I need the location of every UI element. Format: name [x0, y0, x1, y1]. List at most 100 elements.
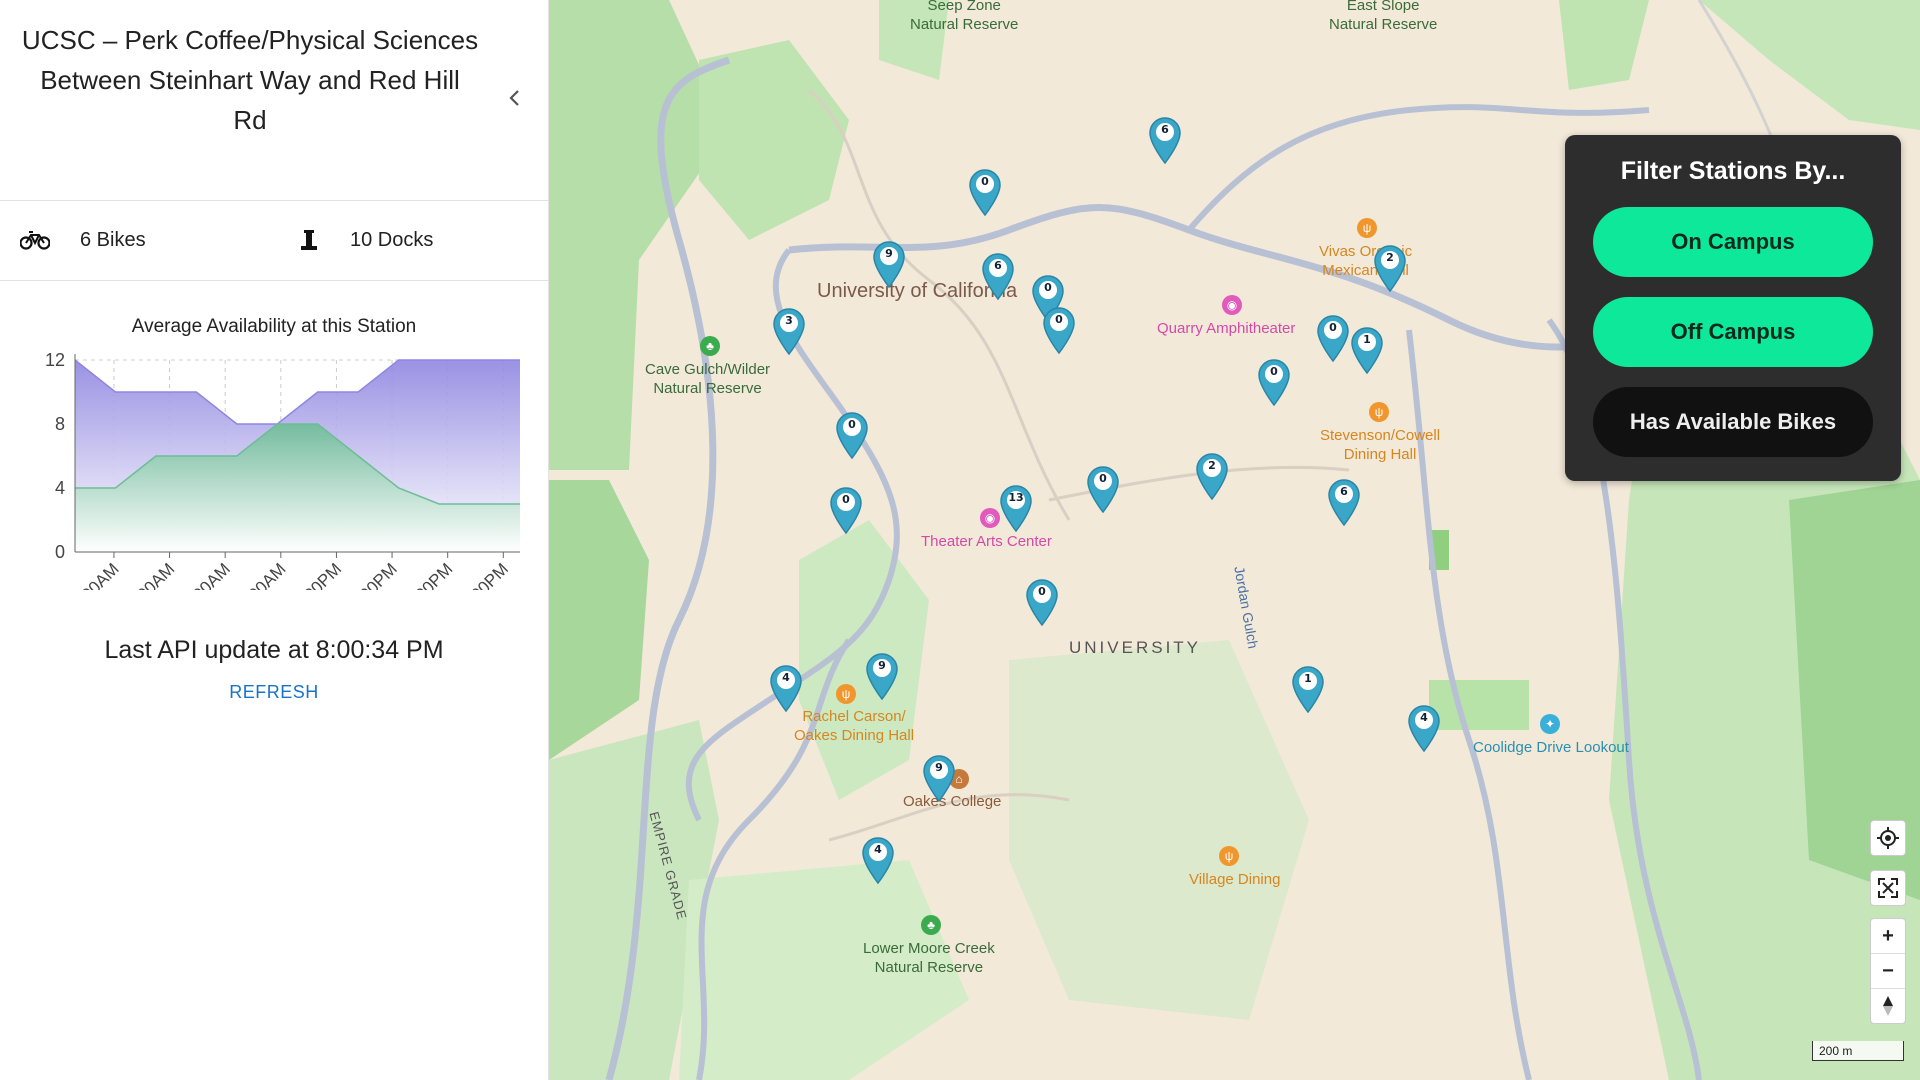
pin-count: 4 — [782, 671, 790, 684]
theater-icon: ◉ — [1222, 295, 1242, 315]
map-scale: 200 m — [1812, 1041, 1904, 1061]
chart-y-tick-label: 0 — [55, 542, 65, 562]
station-name: UCSC – Perk Coffee/Physical Sciences — [21, 25, 479, 55]
pin-count: 3 — [785, 314, 793, 327]
station-pin[interactable]: 9 — [922, 754, 956, 802]
viewpoint-icon: ✦ — [1540, 714, 1560, 734]
pin-count: 0 — [1099, 472, 1107, 485]
filter-panel: Filter Stations By... On Campus Off Camp… — [1565, 135, 1901, 481]
chart-title: Average Availability at this Station — [131, 316, 417, 337]
station-pin[interactable]: 6 — [1148, 116, 1182, 164]
poi-theater: Theater Arts Center — [921, 533, 1052, 550]
bikes-stat: 6 Bikes — [20, 220, 146, 260]
chart-y-tick-label: 4 — [55, 478, 65, 498]
chart-x-tick-label: 11:00AM — [229, 559, 290, 590]
poi-seep-zone: Seep Zone Natural Reserve — [910, 0, 1019, 33]
station-pin[interactable]: 0 — [968, 168, 1002, 216]
has-available-bikes-button[interactable]: Has Available Bikes — [1593, 387, 1873, 457]
off-campus-button[interactable]: Off Campus — [1593, 297, 1873, 367]
chart-x-tick-label: 5:00AM — [124, 559, 179, 590]
station-pin[interactable]: 0 — [1316, 314, 1350, 362]
availability-chart-svg: 0 4 8 12 2:00AM 5:00AM 8:00AM11:00AM 2:00PM 5:00… — [45, 350, 520, 620]
station-pin[interactable]: 0 — [1086, 465, 1120, 513]
zoom-in-button[interactable]: + — [1871, 919, 1905, 953]
fullscreen-icon[interactable] — [1871, 871, 1905, 905]
chart-x-tick-label: 8:00PM — [402, 559, 457, 590]
restaurant-icon: ψ — [836, 684, 856, 704]
station-stats: 6 Bikes 10 Docks — [0, 200, 548, 281]
restaurant-icon: ψ — [1369, 402, 1389, 422]
poi-east-slope: East Slope Natural Reserve — [1329, 0, 1438, 33]
station-pin[interactable]: 0 — [1257, 358, 1291, 406]
pin-count: 9 — [885, 247, 893, 260]
station-pin[interactable]: 4 — [769, 664, 803, 712]
station-pin[interactable]: 2 — [1373, 244, 1407, 292]
pin-count: 6 — [1340, 485, 1348, 498]
refresh-button[interactable]: REFRESH — [0, 682, 548, 703]
poi-coolidge: Coolidge Drive Lookout — [1473, 739, 1629, 756]
station-pin[interactable]: 0 — [835, 411, 869, 459]
restaurant-icon: ψ — [1357, 218, 1377, 238]
chart-x-tick-label: 8:00AM — [179, 559, 234, 590]
station-pin[interactable]: 9 — [872, 240, 906, 288]
availability-chart: 0 4 8 12 2:00AM 5:00AM 8:00AM 11:00AM 2:00PM 5:00… — [20, 340, 540, 620]
pin-count: 0 — [1329, 321, 1337, 334]
filter-title: Filter Stations By... — [1620, 157, 1846, 185]
chevron-left-icon — [509, 90, 519, 106]
station-pin[interactable]: 4 — [861, 836, 895, 884]
station-pin[interactable]: 2 — [1195, 452, 1229, 500]
zoom-controls: + − — [1870, 918, 1906, 1024]
station-pin[interactable]: 6 — [1327, 478, 1361, 526]
on-campus-button[interactable]: On Campus — [1593, 207, 1873, 277]
poi-village-dining: Village Dining — [1189, 871, 1281, 888]
station-pin[interactable]: 4 — [1407, 704, 1441, 752]
locate-control[interactable] — [1870, 820, 1906, 856]
fullscreen-control[interactable] — [1870, 870, 1906, 906]
pin-count: 0 — [1044, 281, 1052, 294]
pin-count: 6 — [994, 259, 1002, 272]
poi-quarry: Quarry Amphitheater — [1157, 320, 1296, 337]
pin-count: 1 — [1363, 333, 1371, 346]
locate-icon[interactable] — [1871, 821, 1905, 855]
chart-x-tick-label: 2:00PM — [290, 559, 345, 590]
dock-icon — [301, 230, 317, 250]
park-icon: ♣ — [700, 336, 720, 356]
chart-y-tick-label: 12 — [45, 350, 65, 370]
station-location: Between Steinhart Way and Red Hill Rd — [40, 65, 460, 135]
station-pin[interactable]: 1 — [1350, 326, 1384, 374]
park-icon: ♣ — [921, 915, 941, 935]
pin-count: 0 — [842, 493, 850, 506]
pin-count: 9 — [935, 761, 943, 774]
zoom-out-button[interactable]: − — [1871, 953, 1905, 988]
station-pin[interactable]: 6 — [981, 252, 1015, 300]
map-label-university: UNIVERSITY — [1069, 638, 1202, 657]
chart-y-tick-label: 8 — [55, 414, 65, 434]
station-pin[interactable]: 0 — [829, 486, 863, 534]
pin-count: 0 — [1038, 585, 1046, 598]
station-pin[interactable]: 13 — [999, 484, 1033, 532]
chart-x-tick-label: 2:00AM — [68, 559, 123, 590]
compass-icon[interactable] — [1871, 988, 1905, 1023]
pin-count: 4 — [1420, 711, 1428, 724]
station-pin[interactable]: 0 — [1025, 578, 1059, 626]
restaurant-icon: ψ — [1219, 846, 1239, 866]
collapse-sidebar-button[interactable] — [498, 82, 530, 114]
theater-icon: ◉ — [980, 508, 1000, 528]
pin-count: 0 — [1270, 365, 1278, 378]
pin-count: 4 — [874, 843, 882, 856]
pin-count: 13 — [1008, 491, 1024, 504]
station-pin[interactable]: 3 — [772, 307, 806, 355]
station-pin[interactable]: 0 — [1042, 306, 1076, 354]
chart-x-tick-label: 11:00PM — [451, 559, 512, 590]
pin-count: 0 — [981, 175, 989, 188]
sidebar: UCSC – Perk Coffee/Physical Sciences Bet… — [0, 0, 549, 1080]
station-pin[interactable]: 9 — [865, 652, 899, 700]
pin-count: 1 — [1304, 672, 1312, 685]
station-header: UCSC – Perk Coffee/Physical Sciences Bet… — [0, 0, 548, 201]
api-update-text: Last API update at 8:00:34 PM — [104, 636, 444, 664]
pin-count: 0 — [1055, 313, 1063, 326]
poi-rachel-carson: Rachel Carson/ Oakes Dining Hall — [794, 708, 915, 744]
station-pin[interactable]: 1 — [1291, 665, 1325, 713]
poi-cave-gulch: Cave Gulch/Wilder Natural Reserve — [645, 361, 771, 397]
docks-stat: 10 Docks — [298, 220, 433, 260]
